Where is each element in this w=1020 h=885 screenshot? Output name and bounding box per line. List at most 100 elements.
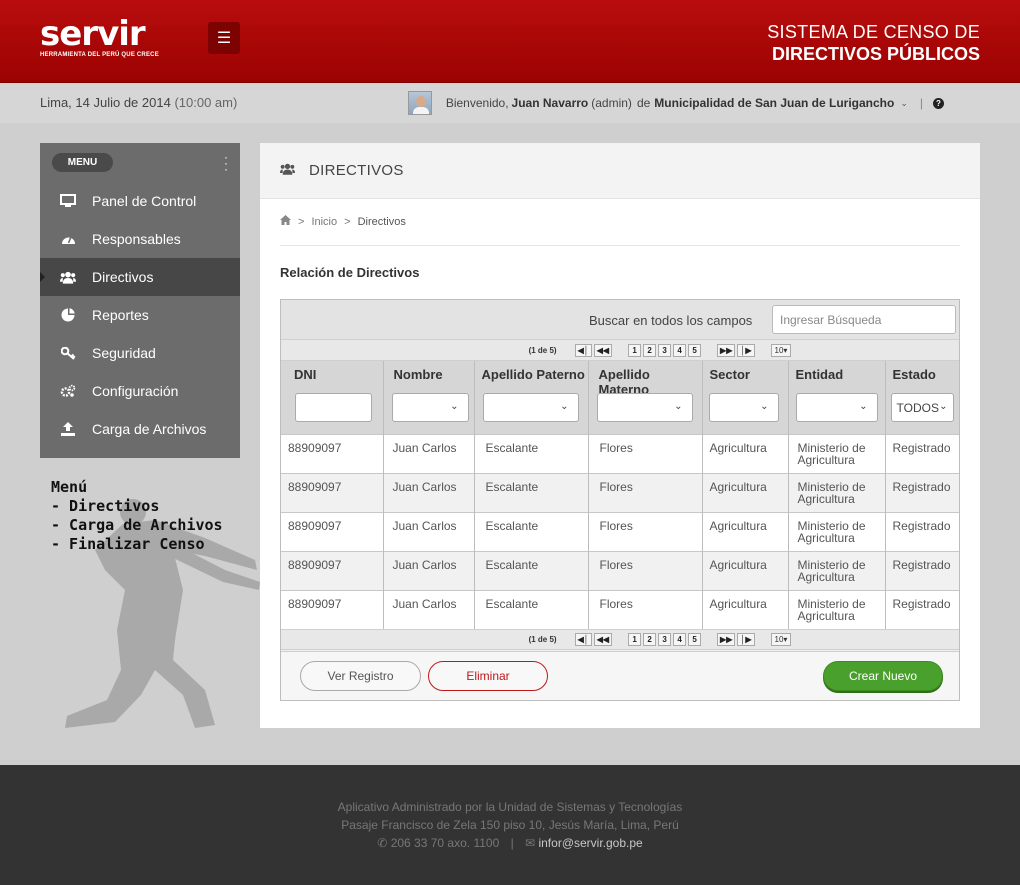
- crear-nuevo-button[interactable]: Crear Nuevo: [823, 661, 943, 691]
- de-text: de: [636, 96, 651, 110]
- menu-note-line: - Carga de Archivos: [51, 516, 223, 534]
- cell-estado: Registrado: [885, 511, 959, 551]
- page-button-2[interactable]: 2: [643, 633, 657, 646]
- first-page-button[interactable]: ◀│: [574, 343, 592, 357]
- search-input[interactable]: [772, 305, 956, 334]
- footer: Aplicativo Administrado por la Unidad de…: [0, 765, 1020, 885]
- page-button-4[interactable]: 4: [673, 633, 687, 646]
- cell-dni: 88909097: [281, 550, 384, 590]
- users-icon: [280, 162, 295, 180]
- cell-apellido-paterno: Escalante: [474, 433, 589, 473]
- entidad-filter-select[interactable]: ⌄: [795, 393, 878, 422]
- sidebar-item-panel-de-control[interactable]: Panel de Control: [40, 182, 240, 220]
- top-header: servir HERRAMIENTA DEL PERÚ QUE CRECE ☰ …: [0, 0, 1020, 83]
- cell-apellido-materno: Flores: [588, 550, 703, 590]
- hamburger-menu-button[interactable]: ☰: [208, 22, 240, 54]
- sidebar-item-configuracion[interactable]: Configuración: [40, 372, 240, 410]
- system-title-line1: SISTEMA DE CENSO DE: [767, 22, 980, 42]
- cell-sector: Agricultura: [702, 511, 789, 551]
- last-page-button[interactable]: │▶: [737, 633, 755, 646]
- panel-header: DIRECTIVOS: [260, 143, 980, 199]
- column-header-nombre[interactable]: Nombre ⌄: [383, 361, 475, 434]
- breadcrumb-current: Directivos: [357, 215, 406, 228]
- table-row[interactable]: 88909097 Juan Carlos Escalante Flores Ag…: [281, 433, 959, 473]
- municipality-selector[interactable]: Municipalidad de San Juan de Lurigancho: [654, 96, 894, 110]
- page-button-5[interactable]: 5: [688, 343, 702, 357]
- sidebar: MENU · · · Panel de Control Responsables D…: [40, 143, 240, 458]
- cell-entidad: Ministerio de Agricultura: [788, 511, 886, 551]
- chevron-down-icon: ⌄: [450, 401, 459, 412]
- column-header-estado[interactable]: Estado TODOS ⌄: [885, 361, 959, 434]
- cell-dni: 88909097: [281, 511, 384, 551]
- footer-line2: Pasaje Francisco de Zela 150 piso 10, Je…: [341, 818, 679, 832]
- prev-page-button[interactable]: ◀◀: [593, 633, 613, 646]
- more-options-icon[interactable]: · · ·: [224, 151, 228, 175]
- sidebar-item-directivos[interactable]: Directivos: [40, 258, 240, 296]
- table-row[interactable]: 88909097 Juan Carlos Escalante Flores Ag…: [281, 511, 959, 551]
- prev-page-button[interactable]: ◀◀: [593, 343, 613, 357]
- column-header-entidad[interactable]: Entidad ⌄: [788, 361, 886, 434]
- apellido-paterno-filter-select[interactable]: ⌄: [482, 393, 579, 422]
- page-button-4[interactable]: 4: [673, 343, 687, 357]
- page-button-2[interactable]: 2: [643, 343, 657, 357]
- envelope-icon: ✉: [525, 836, 536, 850]
- page-button-3[interactable]: 3: [658, 633, 672, 646]
- hamburger-icon: ☰: [216, 30, 232, 47]
- page-button-3[interactable]: 3: [658, 343, 672, 357]
- cell-apellido-paterno: Escalante: [474, 472, 589, 512]
- home-icon[interactable]: [280, 215, 291, 228]
- last-page-button[interactable]: │▶: [737, 343, 755, 357]
- next-page-button[interactable]: ▶▶: [717, 633, 736, 646]
- next-page-button[interactable]: ▶▶: [717, 343, 736, 357]
- rows-per-page-select[interactable]: 10▾: [770, 633, 792, 646]
- dni-filter-input[interactable]: [295, 393, 372, 422]
- column-label: Estado: [892, 367, 936, 382]
- servir-logo[interactable]: servir HERRAMIENTA DEL PERÚ QUE CRECE: [40, 16, 159, 58]
- separator: |: [919, 96, 923, 110]
- eliminar-button[interactable]: Eliminar: [428, 661, 548, 691]
- page-button-1[interactable]: 1: [628, 343, 642, 357]
- pie-chart-icon: [60, 307, 76, 323]
- page-button-1[interactable]: 1: [628, 633, 642, 646]
- table-row[interactable]: 88909097 Juan Carlos Escalante Flores Ag…: [281, 550, 959, 590]
- rows-per-page-select[interactable]: 10▾: [770, 343, 792, 357]
- table-row[interactable]: 88909097 Juan Carlos Escalante Flores Ag…: [281, 589, 959, 629]
- breadcrumb-separator: >: [298, 215, 305, 228]
- sidebar-item-carga-de-archivos[interactable]: Carga de Archivos: [40, 410, 240, 448]
- table-row[interactable]: 88909097 Juan Carlos Escalante Flores Ag…: [281, 472, 959, 512]
- sidebar-item-responsables[interactable]: Responsables: [40, 220, 240, 258]
- pager-top: (1 de 5) ◀│ ◀◀ 1 2 3 4 5 ▶▶ │▶ 10▾: [281, 340, 959, 361]
- search-row: Buscar en todos los campos: [281, 300, 959, 340]
- column-header-apellido-paterno[interactable]: Apellido Paterno ⌄: [474, 361, 589, 434]
- ver-registro-button[interactable]: Ver Registro: [300, 661, 421, 691]
- sidebar-item-seguridad[interactable]: Seguridad: [40, 334, 240, 372]
- main-panel: DIRECTIVOS > Inicio > Directivos Relació…: [260, 143, 980, 728]
- cell-estado: Registrado: [885, 589, 959, 629]
- sidebar-item-label: Directivos: [92, 269, 154, 285]
- first-page-button[interactable]: ◀│: [574, 633, 592, 646]
- help-icon[interactable]: ?: [933, 97, 944, 109]
- column-header-sector[interactable]: Sector ⌄: [702, 361, 789, 434]
- users-icon: [60, 269, 76, 285]
- sector-filter-select[interactable]: ⌄: [708, 393, 779, 422]
- apellido-materno-filter-select[interactable]: ⌄: [596, 393, 693, 422]
- cell-nombre: Juan Carlos: [383, 550, 475, 590]
- page-button-5[interactable]: 5: [688, 633, 702, 646]
- time-text: (10:00 am): [174, 95, 238, 110]
- estado-filter-select[interactable]: TODOS ⌄: [890, 393, 954, 422]
- chevron-down-icon[interactable]: ⌄: [900, 98, 908, 109]
- cell-entidad: Ministerio de Agricultura: [788, 589, 886, 629]
- cell-apellido-materno: Flores: [588, 511, 703, 551]
- cell-dni: 88909097: [281, 472, 384, 512]
- breadcrumb-home-link[interactable]: Inicio: [311, 216, 337, 228]
- footer-email[interactable]: infor@servir.gob.pe: [538, 836, 642, 850]
- column-header-dni[interactable]: DNI: [281, 361, 384, 434]
- avatar[interactable]: [407, 91, 432, 115]
- cell-nombre: Juan Carlos: [383, 589, 475, 629]
- sidebar-item-reportes[interactable]: Reportes: [40, 296, 240, 334]
- dashboard-icon: [60, 231, 76, 247]
- user-bar: Bienvenido, Juan Navarro (admin) de Muni…: [407, 91, 944, 115]
- nombre-filter-select[interactable]: ⌄: [391, 393, 469, 422]
- column-header-apellido-materno[interactable]: Apellido Materno ⌄: [588, 361, 703, 434]
- menu-label: MENU: [52, 153, 113, 172]
